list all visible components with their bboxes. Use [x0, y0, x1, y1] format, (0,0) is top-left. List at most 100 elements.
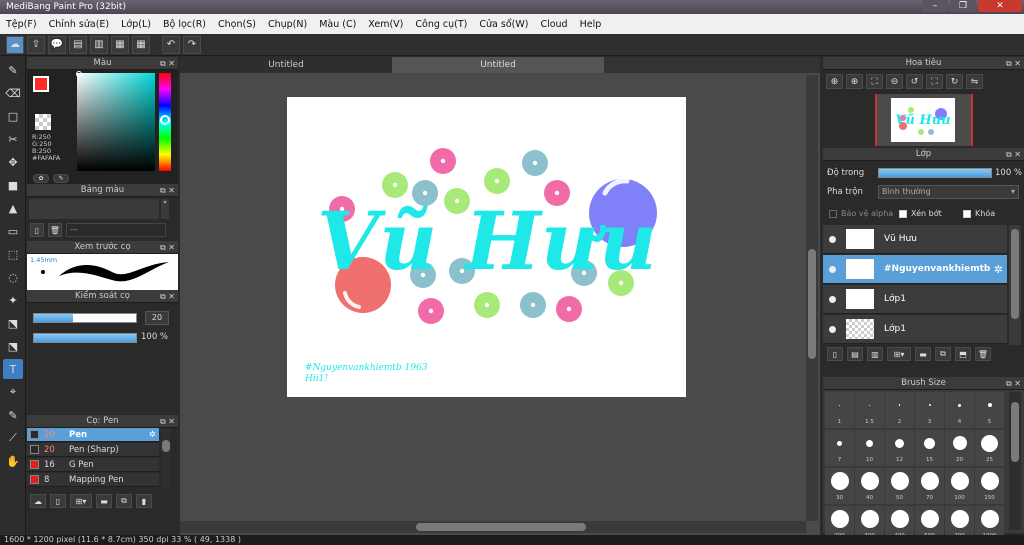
operation-tool-icon[interactable]: ⌖	[3, 382, 23, 402]
brush-cloud-icon[interactable]: ☁	[30, 494, 46, 508]
new-layer-8bit-icon[interactable]: ▥	[867, 347, 883, 361]
brush-size-cell[interactable]: 25	[975, 430, 1004, 466]
brush-size-cell[interactable]: 5	[975, 392, 1004, 428]
menu-window[interactable]: Cửa sổ(W)	[473, 19, 534, 30]
brush-size-cell[interactable]: 7	[825, 430, 854, 466]
menu-select[interactable]: Chọn(S)	[212, 19, 262, 30]
undo-icon[interactable]: ↶	[162, 35, 180, 54]
cloud-icon[interactable]: ☁	[6, 35, 24, 54]
layer-visibility-icon[interactable]	[829, 325, 836, 333]
horizontal-scrollbar[interactable]	[180, 521, 806, 533]
eyedropper-tool-icon[interactable]: ✎	[3, 405, 23, 425]
palette-name-field[interactable]: ---	[66, 223, 166, 237]
layer-settings-icon[interactable]: ✲	[994, 263, 1003, 276]
grid-list-icon[interactable]: ▦	[111, 35, 129, 54]
tab-untitled-1[interactable]: Untitled	[180, 57, 392, 73]
brush-size-scroll-thumb[interactable]	[1011, 402, 1019, 462]
rectangle-tool-icon[interactable]: □	[3, 106, 23, 126]
delete-palette-icon[interactable]: 🗑	[48, 223, 62, 237]
close-button[interactable]: ✕	[978, 0, 1022, 12]
panel-close-icon[interactable]: ⧉ ✕	[160, 184, 175, 197]
brush-size-cell[interactable]: 10	[855, 430, 884, 466]
redo-icon[interactable]: ↷	[183, 35, 201, 54]
layer-list-scrollbar[interactable]	[1009, 225, 1021, 345]
panel-close-icon[interactable]: ⧉ ✕	[1006, 377, 1021, 390]
saturation-value-picker[interactable]	[77, 73, 155, 171]
brush-size-cell[interactable]: 30	[825, 468, 854, 504]
brush-size-cell[interactable]: 2	[885, 392, 914, 428]
comment-icon[interactable]: 💬	[48, 35, 66, 54]
merge-layer-icon[interactable]: ⬒	[955, 347, 971, 361]
layer-list-scroll-thumb[interactable]	[1011, 229, 1019, 319]
picker-mode-icon[interactable]: ✎	[53, 174, 69, 183]
menu-filter[interactable]: Bộ lọc(R)	[157, 19, 212, 30]
add-layer-menu-icon[interactable]: ⊞▾	[887, 347, 911, 361]
brush-more-icon[interactable]: ▮	[136, 494, 152, 508]
move-tool-icon[interactable]: ✥	[3, 152, 23, 172]
palette-scrollbar[interactable]: ▾	[161, 199, 169, 219]
panel-close-icon[interactable]: ⧉ ✕	[1006, 148, 1021, 161]
panel-close-icon[interactable]: ⧉ ✕	[160, 415, 175, 428]
new-brush-icon[interactable]: ▯	[50, 494, 66, 508]
delete-layer-icon[interactable]: 🗑	[975, 347, 991, 361]
brush-list-scrollbar[interactable]	[161, 428, 171, 488]
maximize-button[interactable]: ❐	[950, 0, 976, 12]
menu-help[interactable]: Help	[574, 19, 608, 30]
brush-folder-icon[interactable]: ▬	[96, 494, 112, 508]
panel-close-icon[interactable]: ⧉ ✕	[160, 241, 175, 254]
menu-layer[interactable]: Lớp(L)	[115, 19, 157, 30]
panel-close-icon[interactable]: ⧉ ✕	[1006, 57, 1021, 70]
fill-shape-tool-icon[interactable]: ■	[3, 175, 23, 195]
bucket-tool-icon[interactable]: ▲	[3, 198, 23, 218]
transparent-color-swatch[interactable]	[35, 114, 51, 130]
new-layer-icon[interactable]: ▯	[827, 347, 843, 361]
palette-mode-icon[interactable]: ✿	[33, 174, 49, 183]
minimize-button[interactable]: –	[922, 0, 948, 12]
layer-row[interactable]: Lớp1	[823, 285, 1007, 314]
brush-list-scroll-thumb[interactable]	[162, 440, 170, 452]
flip-icon[interactable]: ⇋	[966, 74, 983, 89]
canvas-paper[interactable]: Vũ Hưu #Nguyenvankhiemtb 1963 Hii1!	[287, 97, 686, 397]
layer-visibility-icon[interactable]	[829, 295, 836, 303]
lasso-tool-icon[interactable]: ◌	[3, 267, 23, 287]
menu-edit[interactable]: Chỉnh sửa(E)	[43, 19, 116, 30]
select-eraser-tool-icon[interactable]: ⬔	[3, 336, 23, 356]
brush-size-scrollbar[interactable]	[1009, 392, 1021, 530]
blend-mode-select[interactable]: Bình thường ▾	[878, 185, 1019, 199]
text-tool-icon[interactable]: T	[3, 359, 23, 379]
gradient-tool-icon[interactable]: ▭	[3, 221, 23, 241]
brush-tool-icon[interactable]: ✎	[3, 60, 23, 80]
brush-size-cell[interactable]: 50	[885, 468, 914, 504]
brush-list-item[interactable]: 20 Pen ✲	[27, 428, 159, 442]
horizontal-scroll-thumb[interactable]	[416, 523, 586, 531]
duplicate-layer-icon[interactable]: ⧉	[935, 347, 951, 361]
lock-option[interactable]: Khóa	[963, 209, 995, 218]
brush-size-cell[interactable]: 150	[975, 468, 1004, 504]
layer-row[interactable]: Lớp1	[823, 315, 1007, 344]
sv-cursor[interactable]	[76, 71, 82, 77]
menu-cloud[interactable]: Cloud	[534, 19, 573, 30]
brush-size-cell[interactable]: 1.5	[855, 392, 884, 428]
fit-window-icon[interactable]: ⛶	[866, 74, 883, 89]
brush-list-item[interactable]: 20 Pen (Sharp)	[27, 443, 159, 457]
export-icon[interactable]: ⇪	[27, 35, 45, 54]
panel-close-icon[interactable]: ⧉ ✕	[160, 290, 175, 303]
brush-settings-icon[interactable]: ✲	[149, 430, 156, 440]
menu-snap[interactable]: Chụp(N)	[262, 19, 313, 30]
clipping-checkbox[interactable]	[899, 209, 907, 218]
brush-size-cell[interactable]: 20	[945, 430, 974, 466]
menu-tools[interactable]: Công cụ(T)	[409, 19, 473, 30]
brush-size-value[interactable]: 20	[145, 311, 169, 325]
zoom-out-icon[interactable]: ⊖	[886, 74, 903, 89]
eraser-tool-icon[interactable]: ⌫	[3, 83, 23, 103]
select-rect-tool-icon[interactable]: ⬚	[3, 244, 23, 264]
actual-size-icon[interactable]: ⛶	[926, 74, 943, 89]
layer-row[interactable]: #Nguyenvankhiemtb ✲	[823, 255, 1007, 284]
foreground-color-swatch[interactable]	[33, 76, 49, 92]
rotate-left-icon[interactable]: ↺	[906, 74, 923, 89]
new-halftone-layer-icon[interactable]: ▤	[847, 347, 863, 361]
vertical-scrollbar[interactable]	[806, 75, 818, 521]
brush-size-cell[interactable]: 15	[915, 430, 944, 466]
zoom-in-icon[interactable]: ⊕	[846, 74, 863, 89]
brush-size-slider[interactable]	[33, 313, 137, 323]
